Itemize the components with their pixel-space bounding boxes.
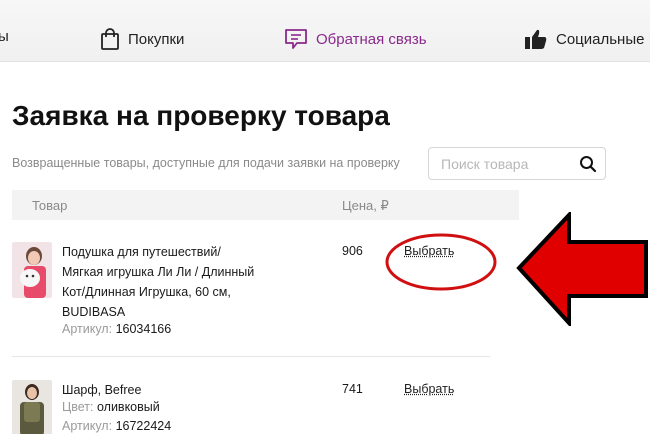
article-label: Артикул: bbox=[62, 322, 112, 336]
nav-item-cut[interactable]: ы bbox=[0, 28, 9, 45]
thumbs-up-icon bbox=[524, 28, 548, 50]
product-price: 906 bbox=[342, 244, 363, 258]
product-color: Цвет: оливковый bbox=[62, 400, 160, 414]
color-value: оливковый bbox=[97, 400, 160, 414]
search-input[interactable] bbox=[441, 155, 569, 173]
table-header: Товар Цена, ₽ bbox=[12, 190, 519, 220]
article-label: Артикул: bbox=[62, 419, 112, 433]
product-name-line: Кот/Длинная Игрушка, 60 см, bbox=[62, 282, 292, 302]
shopping-bag-icon bbox=[100, 28, 120, 50]
product-name[interactable]: Подушка для путешествий/ Мягкая игрушка … bbox=[62, 242, 292, 322]
search-box[interactable] bbox=[428, 147, 606, 180]
nav-item-purchases[interactable]: Покупки bbox=[100, 28, 184, 50]
nav-item-social[interactable]: Социальные bbox=[524, 28, 644, 50]
select-button[interactable]: Выбрать bbox=[404, 382, 454, 396]
product-name-line: Мягкая игрушка Ли Ли / Длинный bbox=[62, 262, 292, 282]
feedback-icon bbox=[284, 28, 308, 50]
product-price: 741 bbox=[342, 382, 363, 396]
product-thumbnail[interactable] bbox=[12, 242, 52, 298]
product-name-line: Шарф, Befree bbox=[62, 380, 292, 400]
page-subtitle: Возвращенные товары, доступные для подач… bbox=[12, 156, 400, 170]
product-name[interactable]: Шарф, Befree bbox=[62, 380, 292, 400]
nav-item-purchases-label: Покупки bbox=[128, 31, 184, 48]
highlight-ellipse bbox=[385, 232, 497, 292]
nav-item-social-label: Социальные bbox=[556, 31, 644, 48]
article-value: 16034166 bbox=[116, 322, 172, 336]
product-name-line: Подушка для путешествий/ bbox=[62, 242, 292, 262]
nav-item-feedback[interactable]: Обратная связь bbox=[284, 28, 427, 50]
nav-item-cut-label: ы bbox=[0, 28, 9, 45]
article-value: 16722424 bbox=[116, 419, 172, 433]
nav-item-feedback-label: Обратная связь bbox=[316, 31, 427, 48]
color-label: Цвет: bbox=[62, 400, 93, 414]
column-header-product: Товар bbox=[32, 198, 67, 213]
top-navigation: ы Покупки Обратная связь Социальные bbox=[0, 0, 650, 62]
search-icon[interactable] bbox=[579, 155, 597, 178]
product-article: Артикул: 16722424 bbox=[62, 419, 171, 433]
product-name-line: BUDIBASA bbox=[62, 302, 292, 322]
red-arrow-icon bbox=[516, 212, 650, 326]
row-divider bbox=[12, 356, 490, 357]
column-header-price: Цена, ₽ bbox=[342, 198, 389, 214]
product-thumbnail[interactable] bbox=[12, 380, 52, 434]
product-article: Артикул: 16034166 bbox=[62, 322, 171, 336]
page-title: Заявка на проверку товара bbox=[12, 100, 390, 132]
